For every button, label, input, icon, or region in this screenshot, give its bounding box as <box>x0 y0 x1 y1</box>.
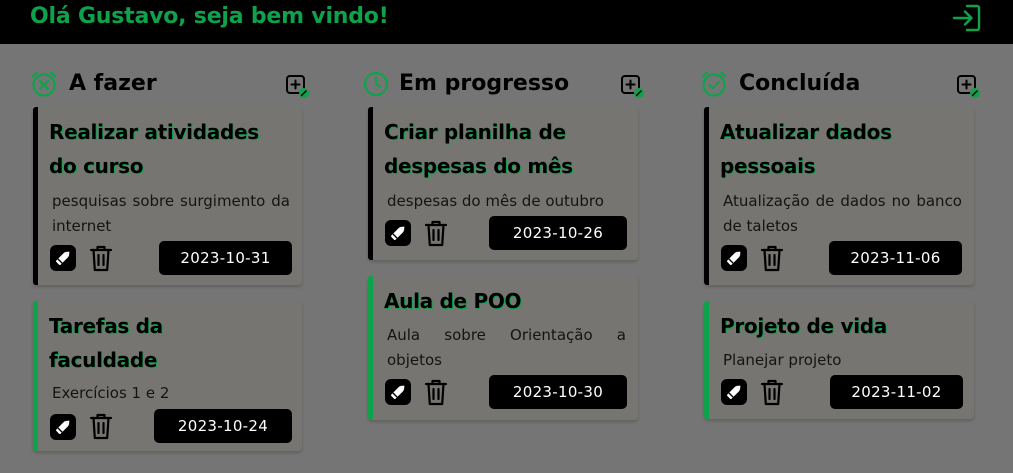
column-title: Concluída <box>739 71 861 96</box>
task-card[interactable]: Aula de POO Aula sobre Orientação a obje… <box>368 276 638 420</box>
task-title: Aula de POO <box>384 289 522 313</box>
due-date-badge: 2023-11-02 <box>830 375 963 409</box>
task-card[interactable]: Realizar atividades do curso pesquisas s… <box>33 107 302 285</box>
trash-icon[interactable] <box>89 244 113 272</box>
task-description: Aula sobre Orientação a objetos <box>387 326 626 369</box>
edit-icon[interactable] <box>385 220 411 246</box>
due-date-badge: 2023-11-06 <box>829 241 962 275</box>
status-bar <box>704 301 709 419</box>
edit-icon[interactable] <box>50 414 76 440</box>
task-card[interactable]: Tarefas da faculdade Exercícios 1 e 2 20… <box>33 301 302 451</box>
column-title: A fazer <box>69 71 157 96</box>
task-card[interactable]: Projeto de vida Planejar projeto 2023-11… <box>704 301 974 419</box>
edit-icon[interactable] <box>385 379 411 405</box>
add-task-icon[interactable] <box>620 74 644 98</box>
clock-icon <box>363 71 389 97</box>
status-bar <box>704 107 709 285</box>
trash-icon[interactable] <box>424 219 448 247</box>
task-title: Criar planilha de despesas do mês <box>384 120 573 178</box>
due-date-badge: 2023-10-24 <box>154 409 292 443</box>
due-date-badge: 2023-10-26 <box>489 216 627 250</box>
task-description: Atualização de dados no banco de taletos <box>723 192 962 235</box>
column-header-in-progress: Em progresso <box>361 70 646 102</box>
edit-icon[interactable] <box>721 379 747 405</box>
top-bar: Olá Gustavo, seja bem vindo! <box>0 0 1013 44</box>
trash-icon[interactable] <box>89 412 113 440</box>
edit-icon[interactable] <box>721 245 747 271</box>
column-header-todo: A fazer <box>30 70 310 102</box>
task-description: pesquisas sobre surgimento da internet <box>52 192 290 235</box>
x-circle-icon <box>31 71 57 97</box>
task-title: Projeto de vida <box>720 314 887 338</box>
task-description: despesas do mês de outubro <box>387 192 604 210</box>
logout-icon[interactable] <box>950 3 982 33</box>
trash-icon[interactable] <box>760 378 784 406</box>
add-task-icon[interactable] <box>956 74 980 98</box>
due-date-badge: 2023-10-31 <box>159 241 292 275</box>
task-card[interactable]: Criar planilha de despesas do mês despes… <box>368 107 638 260</box>
due-date-badge: 2023-10-30 <box>489 375 627 409</box>
column-header-done: Concluída <box>700 70 985 102</box>
status-bar <box>368 107 373 260</box>
column-title: Em progresso <box>399 71 570 96</box>
trash-icon[interactable] <box>424 378 448 406</box>
status-bar <box>33 107 38 285</box>
edit-icon[interactable] <box>50 245 76 271</box>
task-description: Planejar projeto <box>723 351 842 369</box>
check-circle-icon <box>701 71 727 97</box>
status-bar <box>33 301 38 451</box>
task-title: Tarefas da faculdade <box>49 314 163 372</box>
task-title: Atualizar dados pessoais <box>720 120 892 178</box>
trash-icon[interactable] <box>760 244 784 272</box>
add-task-icon[interactable] <box>285 74 309 98</box>
task-card[interactable]: Atualizar dados pessoais Atualização de … <box>704 107 974 285</box>
task-title: Realizar atividades do curso <box>49 120 259 178</box>
task-description: Exercícios 1 e 2 <box>52 384 170 402</box>
greeting-text: Olá Gustavo, seja bem vindo! <box>30 4 389 29</box>
status-bar <box>368 276 373 420</box>
